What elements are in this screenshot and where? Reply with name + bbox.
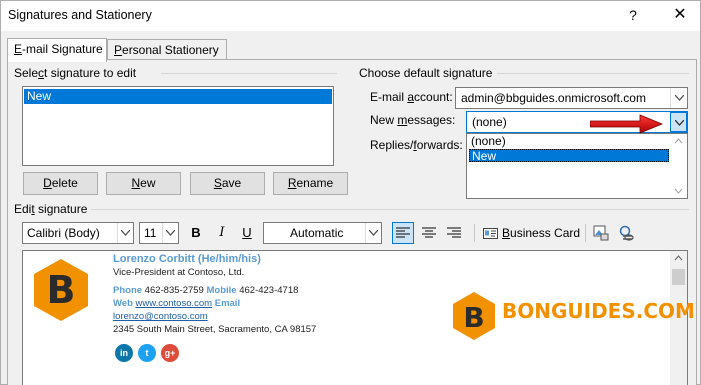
- chevron-down-icon[interactable]: [670, 88, 687, 108]
- align-left-icon: [396, 227, 410, 238]
- chevron-down-icon[interactable]: [365, 223, 381, 243]
- scroll-arrows-icon: [674, 138, 683, 194]
- edit-group-line: [91, 209, 689, 210]
- scroll-up-icon: [674, 255, 683, 261]
- business-card-icon: [483, 228, 498, 239]
- dropdown-scrollbar[interactable]: [670, 134, 687, 198]
- web-link[interactable]: www.contoso.com: [136, 298, 213, 309]
- insert-picture-button[interactable]: [590, 222, 612, 244]
- new-messages-label: New messages:: [370, 113, 456, 127]
- hyperlink-icon: [619, 225, 634, 241]
- help-button[interactable]: ?: [619, 4, 647, 26]
- signature-list-item[interactable]: New: [24, 89, 332, 104]
- new-button[interactable]: New: [106, 172, 181, 195]
- select-signature-label: Select signature to edit: [14, 66, 141, 80]
- signature-address: 2345 South Main Street, Sacramento, CA 9…: [113, 324, 317, 335]
- signature-name: Lorenzo Corbitt (He/him/his): [113, 253, 261, 265]
- watermark-text: BONGUIDES.COM: [502, 299, 695, 323]
- bold-button[interactable]: B: [185, 222, 207, 244]
- replies-forwards-label: Replies/forwards:: [370, 138, 463, 152]
- toolbar-separator: [585, 224, 586, 242]
- new-messages-value: (none): [472, 115, 507, 129]
- chevron-down-icon[interactable]: [670, 112, 687, 132]
- underline-button[interactable]: U: [236, 222, 258, 244]
- font-size-combo[interactable]: 11: [139, 222, 179, 244]
- signature-list[interactable]: New: [22, 86, 334, 166]
- default-group-line: [497, 73, 689, 74]
- email-account-value: admin@bbguides.onmicrosoft.com: [461, 91, 646, 105]
- align-center-icon: [422, 227, 436, 238]
- svg-text:B: B: [47, 268, 76, 312]
- twitter-icon[interactable]: t: [138, 344, 156, 362]
- signature-web: Web www.contoso.com Email: [113, 298, 241, 309]
- dropdown-option-new[interactable]: New: [469, 149, 669, 163]
- bonguides-watermark: B BONGUIDES.COM: [451, 291, 695, 344]
- align-right-icon: [447, 227, 461, 238]
- watermark-hexagon-icon: B: [453, 292, 495, 340]
- scrollbar-thumb[interactable]: [672, 269, 685, 285]
- title-bar: Signatures and Stationery ? ✕: [1, 1, 700, 31]
- font-value: Calibri (Body): [27, 226, 100, 240]
- align-right-button[interactable]: [443, 222, 465, 244]
- edit-signature-label: Edit signature: [14, 202, 92, 216]
- signatures-dialog: Signatures and Stationery ? ✕ E-mail Sig…: [0, 0, 701, 385]
- close-button[interactable]: ✕: [666, 4, 694, 26]
- signature-email-link[interactable]: lorenzo@contoso.com: [113, 311, 208, 322]
- save-button[interactable]: Save: [190, 172, 265, 195]
- chevron-down-icon[interactable]: [117, 223, 133, 243]
- default-signature-label: Choose default signature: [359, 66, 497, 80]
- rename-button[interactable]: Rename: [273, 172, 348, 195]
- logo-hexagon-icon: B: [34, 259, 88, 321]
- email-account-combo[interactable]: admin@bbguides.onmicrosoft.com: [455, 87, 688, 109]
- linkedin-icon[interactable]: in: [115, 344, 133, 362]
- new-messages-dropdown[interactable]: (none) New: [466, 133, 688, 199]
- svg-text:B: B: [463, 301, 484, 334]
- font-color-combo[interactable]: Automatic: [263, 222, 382, 244]
- font-combo[interactable]: Calibri (Body): [22, 222, 134, 244]
- dialog-title: Signatures and Stationery: [8, 8, 152, 22]
- email-account-label: E-mail account:: [370, 90, 453, 104]
- select-group-line: [161, 73, 337, 74]
- tab-email-signature[interactable]: E-mail Signature: [7, 38, 107, 62]
- signature-phones: Phone 462-835-2759 Mobile 462-423-4718: [113, 285, 299, 296]
- red-arrow-icon: [590, 114, 664, 134]
- tab-personal-stationery[interactable]: Personal Stationery: [107, 39, 227, 61]
- business-card-button[interactable]: Business Card: [481, 222, 581, 244]
- toolbar-separator: [474, 224, 475, 242]
- font-color-value: Automatic: [290, 226, 344, 240]
- align-center-button[interactable]: [418, 222, 440, 244]
- signature-title: Vice-President at Contoso, Ltd.: [113, 267, 245, 278]
- delete-button[interactable]: Delete: [23, 172, 98, 195]
- align-left-button[interactable]: [392, 222, 414, 244]
- font-size-value: 11: [144, 226, 157, 240]
- insert-hyperlink-button[interactable]: [616, 222, 638, 244]
- format-toolbar: Calibri (Body) 11 B I U Automatic Busine…: [22, 222, 642, 246]
- google-plus-icon[interactable]: g+: [161, 344, 179, 362]
- chevron-down-icon[interactable]: [162, 223, 178, 243]
- picture-icon: [593, 225, 609, 241]
- dropdown-option-none[interactable]: (none): [469, 135, 669, 148]
- italic-button[interactable]: I: [211, 222, 233, 244]
